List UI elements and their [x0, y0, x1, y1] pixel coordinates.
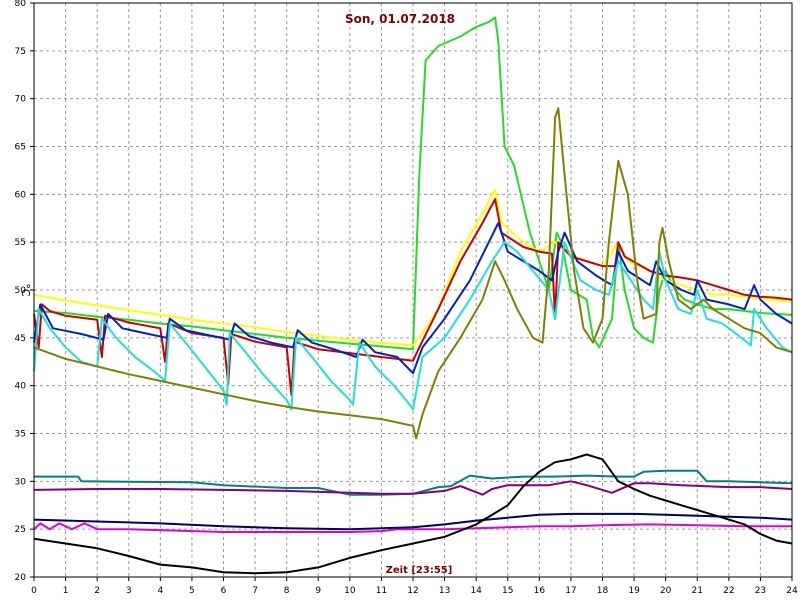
x-tick-label: 8 — [284, 586, 290, 596]
x-tick-label: 20 — [660, 586, 672, 596]
y-tick-label: 75 — [15, 47, 26, 57]
x-tick-label: 11 — [376, 586, 387, 596]
x-tick-label: 3 — [126, 586, 132, 596]
x-tick-label: 24 — [786, 586, 798, 596]
x-tick-label: 9 — [315, 586, 321, 596]
x-tick-label: 19 — [628, 586, 640, 596]
x-tick-label: 5 — [189, 586, 195, 596]
x-tick-label: 17 — [565, 586, 576, 596]
y-tick-label: 30 — [15, 477, 27, 487]
x-tick-label: 18 — [597, 586, 609, 596]
x-tick-label: 15 — [502, 586, 513, 596]
x-tick-label: 2 — [94, 586, 100, 596]
y-tick-label: 60 — [15, 190, 27, 200]
y-tick-label: 40 — [15, 382, 27, 392]
y-tick-label: 45 — [15, 334, 26, 344]
chart-svg: 0 1 2 3 4 5 6 7 8 9 10 11 12 13 14 15 16 17 18 19 20 21 22 23 24… — [0, 0, 800, 600]
x-tick-label: 23 — [755, 586, 766, 596]
x-tick-label: 21 — [692, 586, 703, 596]
y-tick-label: 55 — [15, 238, 26, 248]
x-tick-label: 22 — [723, 586, 734, 596]
x-tick-label: 4 — [157, 586, 163, 596]
x-tick-label: 14 — [470, 586, 482, 596]
y-tick-label: 65 — [15, 143, 26, 153]
x-tick-label: 12 — [407, 586, 418, 596]
x-axis-label: Zeit [23:55] — [386, 565, 453, 576]
chart: 0 1 2 3 4 5 6 7 8 9 10 11 12 13 14 15 16 17 18 19 20 21 22 23 24… — [0, 0, 800, 600]
x-tick-label: 0 — [31, 586, 37, 596]
y-tick-label: 25 — [15, 525, 26, 535]
y-tick-label: 35 — [15, 430, 26, 440]
y-axis-label: °C — [19, 283, 32, 297]
y-tick-label: 20 — [15, 573, 27, 583]
x-tick-label: 10 — [344, 586, 356, 596]
x-tick-label: 13 — [439, 586, 450, 596]
y-tick-label: 70 — [15, 95, 27, 105]
x-tick-label: 16 — [534, 586, 546, 596]
x-tick-label: 6 — [221, 586, 227, 596]
chart-title: Son, 01.07.2018 — [345, 12, 455, 26]
y-tick-label: 80 — [15, 0, 27, 9]
x-tick-label: 7 — [252, 586, 258, 596]
x-tick-label: 1 — [63, 586, 69, 596]
